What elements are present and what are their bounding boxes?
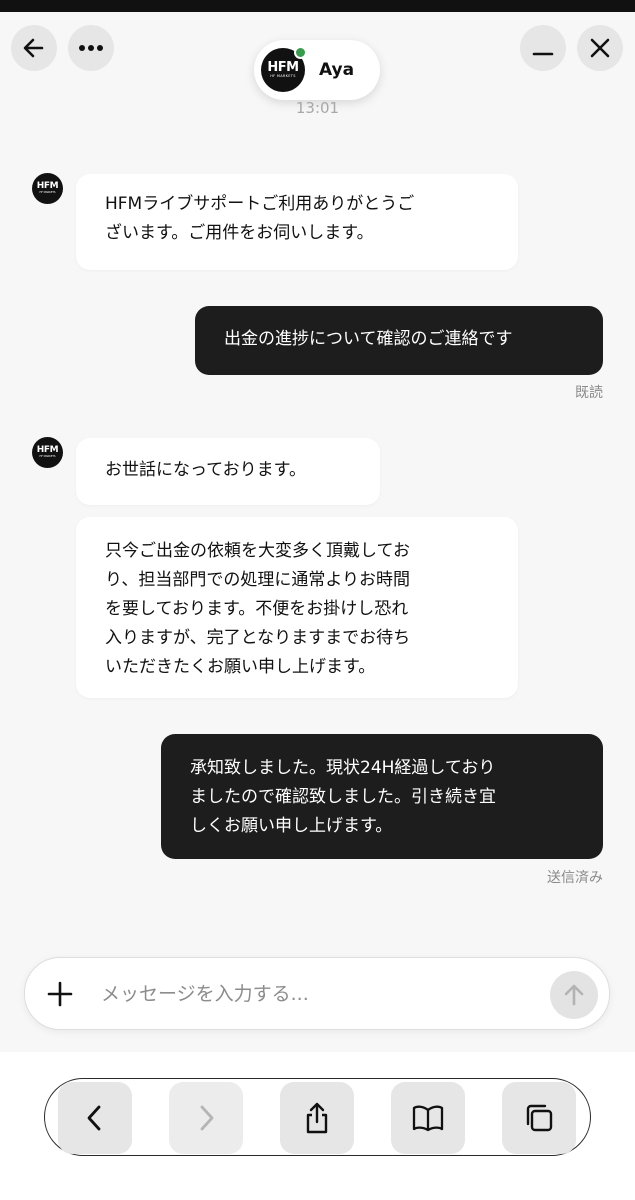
avatar-logo-sub: HF MARKETS — [39, 191, 56, 194]
avatar-logo: HFM — [267, 60, 299, 75]
browser-forward-button[interactable] — [169, 1082, 243, 1154]
agent-message: 只今ご出金の依頼を大変多く頂戴してお り、担当部門での処理に通常よりお時間 を要… — [76, 517, 518, 698]
agent-message: HFMライブサポートご利用ありがとうご ざいます。ご用件をお伺いします。 — [76, 174, 518, 270]
browser-tabs-button[interactable] — [502, 1082, 576, 1154]
back-button[interactable] — [11, 25, 57, 71]
agent-message-avatar: HFM HF MARKETS — [32, 437, 63, 468]
online-status-dot — [294, 46, 307, 59]
minimize-button[interactable] — [520, 25, 566, 71]
send-button[interactable] — [550, 971, 598, 1019]
attach-button[interactable] — [45, 979, 75, 1009]
avatar-logo: HFM — [36, 445, 59, 455]
read-receipt: 既読 — [575, 385, 603, 401]
chevron-right-icon — [200, 1105, 214, 1131]
book-icon — [412, 1105, 444, 1132]
chevron-left-icon — [87, 1105, 101, 1131]
browser-share-button[interactable] — [280, 1082, 354, 1154]
user-message: 出金の進捗について確認のご連絡です — [195, 306, 603, 375]
message-composer — [24, 957, 610, 1030]
sent-status: 送信済み — [547, 870, 603, 886]
user-message: 承知致しました。現状24H経過しており ましたので確認致しました。引き続き宜 し… — [161, 734, 603, 859]
tabs-icon — [526, 1104, 553, 1132]
agent-message: お世話になっております。 — [76, 438, 380, 505]
avatar-logo-sub: HF MARKETS — [270, 74, 296, 78]
browser-back-button[interactable] — [58, 1082, 132, 1154]
close-button[interactable] — [577, 25, 623, 71]
agent-message-avatar: HFM HF MARKETS — [32, 173, 63, 204]
message-input[interactable] — [101, 976, 521, 1012]
browser-bookmarks-button[interactable] — [391, 1082, 465, 1154]
close-icon — [590, 38, 610, 58]
chat-timestamp: 13:01 — [295, 99, 340, 117]
arrow-left-icon — [23, 38, 44, 58]
agent-header[interactable]: HFM HF MARKETS Aya — [254, 40, 380, 100]
arrow-up-icon — [564, 984, 584, 1006]
ellipsis-icon — [79, 45, 103, 51]
status-strip — [0, 0, 635, 12]
minus-icon — [532, 52, 554, 56]
agent-name: Aya — [319, 60, 355, 80]
plus-icon — [47, 981, 73, 1007]
agent-avatar: HFM HF MARKETS — [261, 46, 307, 92]
avatar-logo-sub: HF MARKETS — [39, 455, 56, 458]
more-options-button[interactable] — [68, 25, 114, 71]
avatar-logo: HFM — [36, 181, 59, 191]
share-icon — [306, 1102, 328, 1134]
